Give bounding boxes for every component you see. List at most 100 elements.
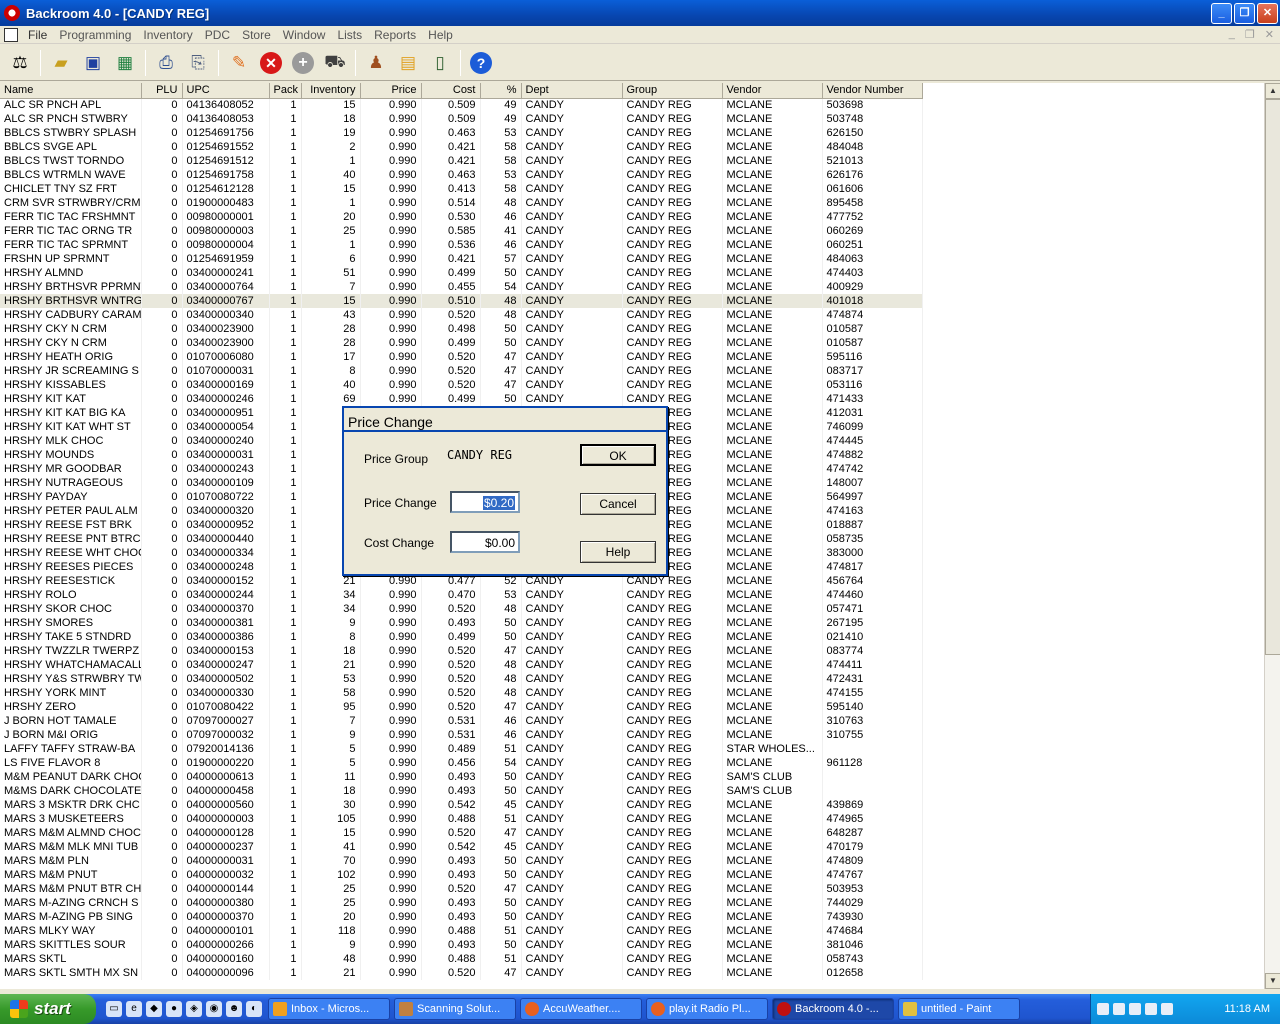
maximize-button[interactable]: ❐ — [1234, 2, 1255, 24]
print-preview-icon[interactable]: ⎘ — [184, 49, 212, 77]
table-row[interactable]: HRSHY SMORES 0 03400000381 1 9 0.990 0.493 50 CA… — [0, 616, 923, 630]
table-row[interactable]: CHICLET TNY SZ FRT 0 01254612128 1 15 0.990 0.… — [0, 182, 923, 196]
handheld-icon[interactable]: ▯ — [426, 49, 454, 77]
task-paint[interactable]: untitled - Paint — [898, 998, 1020, 1020]
cancel-button[interactable]: Cancel — [580, 493, 656, 515]
table-row[interactable]: HRSHY HEATH ORIG 0 01070006080 1 17 0.990 0.52… — [0, 350, 923, 364]
table-row[interactable]: MARS M&M ALMND CHOC 0 04000000128 1 15 0.990 0… — [0, 826, 923, 840]
scroll-down-icon[interactable]: ▼ — [1265, 973, 1280, 989]
table-row[interactable]: BBLCS TWST TORNDO 0 01254691512 1 1 0.990 0.42… — [0, 154, 923, 168]
delete-icon[interactable]: ✕ — [257, 49, 285, 77]
table-row[interactable]: MARS M&M PLN 0 04000000031 1 70 0.990 0.493 50 C… — [0, 854, 923, 868]
table-row[interactable]: LS FIVE FLAVOR 8 0 01900000220 1 5 0.990 0.456… — [0, 756, 923, 770]
truck-icon[interactable]: ⛟ — [321, 49, 349, 77]
col-header-upc[interactable]: UPC — [182, 83, 270, 99]
cost-change-input[interactable]: $0.00 — [450, 531, 520, 553]
table-row[interactable]: BBLCS WTRMLN WAVE 0 01254691758 1 40 0.990 0.4… — [0, 168, 923, 182]
messenger-icon[interactable] — [1113, 1003, 1125, 1015]
table-row[interactable]: MARS 3 MSKTR DRK CHC 0 04000000560 1 30 0.990… — [0, 798, 923, 812]
ok-button[interactable]: OK — [580, 444, 656, 466]
document-icon[interactable] — [4, 27, 18, 42]
app-icon[interactable]: ◆ — [146, 1001, 162, 1017]
open-box-icon[interactable]: ▤ — [394, 49, 422, 77]
table-row[interactable]: HRSHY CKY N CRM 0 03400023900 1 28 0.990 0.498… — [0, 322, 923, 336]
table-row[interactable]: J BORN HOT TAMALE 0 07097000027 1 7 0.990 0.53… — [0, 714, 923, 728]
table-row[interactable]: HRSHY BRTHSVR WNTRGR 0 03400000767 1 15 0.990… — [0, 294, 923, 308]
table-row[interactable]: BBLCS STWBRY SPLASH 0 01254691756 1 19 0.990 0… — [0, 126, 923, 140]
table-row[interactable]: HRSHY CKY N CRM 0 03400023900 1 28 0.990 0.499… — [0, 336, 923, 350]
table-row[interactable]: ALC SR PNCH APL 0 04136408052 1 15 0.990 0.509… — [0, 98, 923, 112]
col-header-price[interactable]: Price — [360, 83, 422, 99]
menu-file[interactable]: File — [22, 28, 53, 42]
pencil-icon[interactable]: ✎ — [225, 49, 253, 77]
person-icon[interactable]: ♟ — [362, 49, 390, 77]
mdi-restore-icon[interactable]: ❐ — [1245, 28, 1255, 41]
messenger-icon[interactable]: ☻ — [226, 1001, 242, 1017]
menu-help[interactable]: Help — [422, 28, 459, 42]
vertical-scrollbar[interactable]: ▲ ▼ — [1264, 83, 1280, 989]
table-row[interactable]: MARS M-AZING PB SING 0 04000000370 1 20 0.990… — [0, 910, 923, 924]
table-row[interactable]: BBLCS SVGE APL 0 01254691552 1 2 0.990 0.421 58… — [0, 140, 923, 154]
volume-icon[interactable] — [1145, 1003, 1157, 1015]
app-icon[interactable]: ◈ — [186, 1001, 202, 1017]
grid-icon[interactable]: ▦ — [111, 49, 139, 77]
col-header-inventory[interactable]: Inventory — [301, 83, 361, 99]
menu-reports[interactable]: Reports — [368, 28, 422, 42]
table-row[interactable]: HRSHY TAKE 5 STNDRD 0 03400000386 1 8 0.990 0.… — [0, 630, 923, 644]
table-row[interactable]: HRSHY SKOR CHOC 0 03400000370 1 34 0.990 0.520… — [0, 602, 923, 616]
task-scanning[interactable]: Scanning Solut... — [394, 998, 516, 1020]
help-button[interactable]: Help — [580, 541, 656, 563]
col-header-group[interactable]: Group — [622, 83, 723, 99]
table-row[interactable]: HRSHY ZERO 0 01070080422 1 95 0.990 0.520 47 CAN… — [0, 700, 923, 714]
table-row[interactable]: MARS MLKY WAY 0 04000000101 1 118 0.990 0.488 5… — [0, 924, 923, 938]
table-row[interactable]: LAFFY TAFFY STRAW-BA 0 07920014136 1 5 0.990 0… — [0, 742, 923, 756]
table-row[interactable]: HRSHY JR SCREAMING S 0 01070000031 1 8 0.990 0… — [0, 364, 923, 378]
col-header-percent[interactable]: % — [480, 83, 522, 99]
save-icon[interactable]: ▣ — [79, 49, 107, 77]
table-row[interactable]: HRSHY BRTHSVR PPRMNT 0 03400000764 1 7 0.990 0… — [0, 280, 923, 294]
mdi-minimize-icon[interactable]: _ — [1229, 28, 1235, 41]
table-row[interactable]: FRSHN UP SPRMNT 0 01254691959 1 6 0.990 0.421 5… — [0, 252, 923, 266]
mdi-close-icon[interactable]: ✕ — [1265, 28, 1274, 41]
ie-icon[interactable]: e — [126, 1001, 142, 1017]
table-row[interactable]: CRM SVR STRWBRY/CRM 0 01900000483 1 1 0.990 0.… — [0, 196, 923, 210]
security-icon[interactable] — [1161, 1003, 1173, 1015]
eye-icon[interactable]: ◉ — [206, 1001, 222, 1017]
col-header-name[interactable]: Name — [0, 83, 142, 99]
scale-icon[interactable]: ⚖ — [6, 49, 34, 77]
help-icon[interactable]: ? — [467, 49, 495, 77]
col-header-vendor[interactable]: Vendor — [722, 83, 823, 99]
start-button[interactable]: start — [0, 994, 96, 1024]
table-row[interactable]: MARS SKTL SMTH MX SN 0 04000000096 1 21 0.990… — [0, 966, 923, 980]
table-row[interactable]: MARS M&M PNUT BTR CH 0 04000000144 1 25 0.990… — [0, 882, 923, 896]
table-row[interactable]: HRSHY KIT KAT 0 03400000246 1 69 0.990 0.499 50… — [0, 392, 923, 406]
price-change-input[interactable]: $0.20 — [450, 491, 520, 513]
task-accuweather[interactable]: AccuWeather.... — [520, 998, 642, 1020]
menu-store[interactable]: Store — [236, 28, 277, 42]
table-row[interactable]: FERR TIC TAC FRSHMNT 0 00980000001 1 20 0.990… — [0, 210, 923, 224]
col-header-plu[interactable]: PLU — [141, 83, 183, 99]
app-icon[interactable]: ◐ — [246, 1001, 262, 1017]
table-row[interactable]: FERR TIC TAC SPRMNT 0 00980000004 1 1 0.990 0.… — [0, 238, 923, 252]
scroll-up-icon[interactable]: ▲ — [1265, 83, 1280, 99]
print-icon[interactable]: ⎙ — [152, 49, 180, 77]
table-row[interactable]: HRSHY KISSABLES 0 03400000169 1 40 0.990 0.520… — [0, 378, 923, 392]
table-row[interactable]: MARS M&M MLK MNI TUB 0 04000000237 1 41 0.990… — [0, 840, 923, 854]
menu-programming[interactable]: Programming — [53, 28, 137, 42]
scroll-thumb[interactable] — [1265, 99, 1280, 655]
table-row[interactable]: HRSHY TWZZLR TWERPZ 0 03400000153 1 18 0.990 0… — [0, 644, 923, 658]
menu-lists[interactable]: Lists — [331, 28, 368, 42]
table-row[interactable]: MARS SKITTLES SOUR 0 04000000266 1 9 0.990 0.4… — [0, 938, 923, 952]
table-row[interactable]: MARS SKTL 0 04000000160 1 48 0.990 0.488 51 CAND… — [0, 952, 923, 966]
firefox-icon[interactable]: ● — [166, 1001, 182, 1017]
close-button[interactable]: ✕ — [1257, 2, 1278, 24]
task-backroom[interactable]: Backroom 4.0 -... — [772, 998, 894, 1020]
minimize-button[interactable]: _ — [1211, 2, 1232, 24]
table-row[interactable]: HRSHY YORK MINT 0 03400000330 1 58 0.990 0.520… — [0, 686, 923, 700]
col-header-cost[interactable]: Cost — [421, 83, 481, 99]
table-row[interactable]: M&MS DARK CHOCOLATE 0 04000000458 1 18 0.990 0… — [0, 784, 923, 798]
table-row[interactable]: M&M PEANUT DARK CHOC 0 04000000613 1 11 0.990… — [0, 770, 923, 784]
table-row[interactable]: ALC SR PNCH STWBRY 0 04136408053 1 18 0.990 0.… — [0, 112, 923, 126]
menu-pdc[interactable]: PDC — [199, 28, 236, 42]
table-row[interactable]: HRSHY REESESTICK 0 03400000152 1 21 0.990 0.47… — [0, 574, 923, 588]
